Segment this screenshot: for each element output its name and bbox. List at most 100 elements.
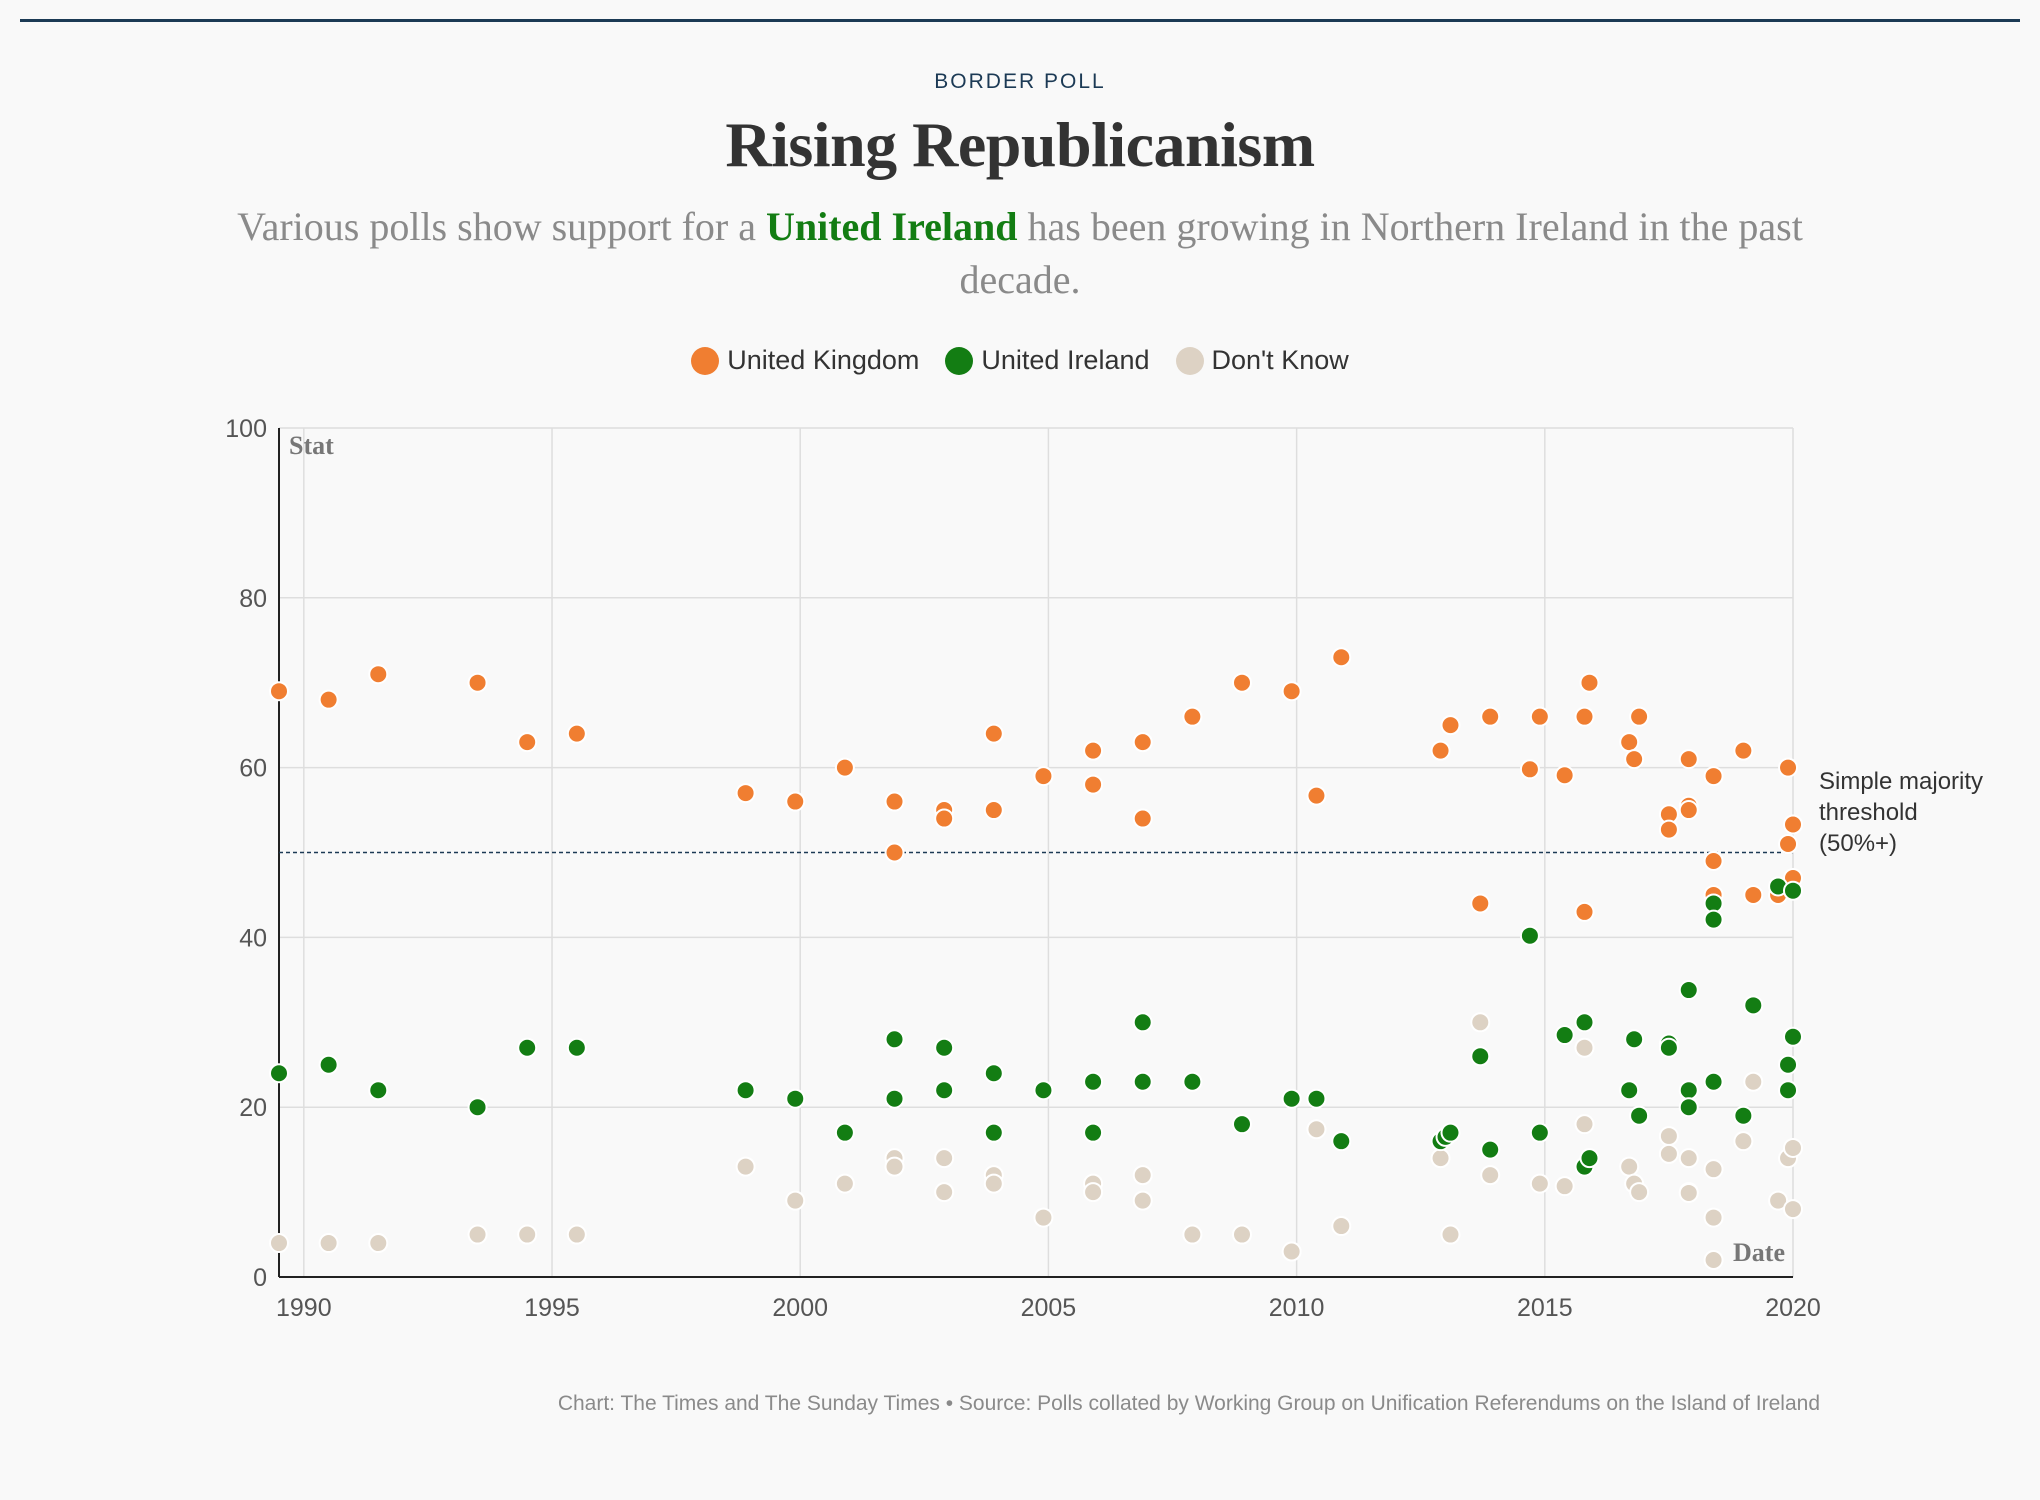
point-don-t-know xyxy=(269,1233,289,1254)
point-united-kingdom xyxy=(1480,706,1501,727)
point-united-ireland xyxy=(1783,880,1803,901)
point-united-ireland xyxy=(735,1080,756,1101)
x-tick-label: 2000 xyxy=(772,1294,828,1322)
x-tick-label: 2005 xyxy=(1021,1294,1077,1322)
point-don-t-know xyxy=(1783,1199,1803,1220)
point-don-t-know xyxy=(1703,1159,1724,1180)
point-united-ireland xyxy=(467,1097,488,1118)
point-united-kingdom xyxy=(1182,706,1203,727)
y-tick-label: 100 xyxy=(225,415,267,443)
point-don-t-know xyxy=(1703,1207,1724,1228)
point-don-t-know xyxy=(1783,1137,1803,1158)
point-united-ireland xyxy=(834,1122,855,1143)
point-don-t-know xyxy=(934,1148,955,1169)
point-united-kingdom xyxy=(1083,740,1104,761)
x-tick-label: 1995 xyxy=(524,1294,580,1322)
point-don-t-know xyxy=(1619,1156,1640,1177)
point-don-t-know xyxy=(1470,1012,1491,1033)
point-don-t-know xyxy=(834,1173,855,1194)
point-don-t-know xyxy=(1182,1224,1203,1245)
point-don-t-know xyxy=(1440,1224,1461,1245)
point-united-ireland xyxy=(884,1088,905,1109)
point-united-ireland xyxy=(1470,1046,1491,1067)
point-united-kingdom xyxy=(1529,706,1550,727)
y-axis-title: Stat xyxy=(289,431,334,460)
x-tick-label: 2020 xyxy=(1765,1294,1821,1322)
point-united-kingdom xyxy=(884,842,905,863)
point-united-kingdom xyxy=(1574,901,1595,922)
point-united-ireland xyxy=(1281,1088,1302,1109)
point-don-t-know xyxy=(318,1233,339,1254)
threshold-label-line: Simple majority xyxy=(1819,768,1983,795)
point-united-kingdom xyxy=(1658,819,1679,840)
point-united-kingdom xyxy=(318,689,339,710)
threshold-label-line: threshold xyxy=(1819,799,1918,826)
point-united-kingdom xyxy=(1574,706,1595,727)
point-united-kingdom xyxy=(566,723,587,744)
point-united-kingdom xyxy=(517,732,538,753)
point-united-kingdom xyxy=(1619,732,1640,753)
point-don-t-know xyxy=(1480,1165,1501,1186)
point-united-kingdom xyxy=(785,791,806,812)
point-united-kingdom xyxy=(1132,732,1153,753)
point-don-t-know xyxy=(1132,1165,1153,1186)
x-axis-title: Date xyxy=(1733,1238,1785,1267)
point-united-kingdom xyxy=(1783,814,1803,835)
point-united-ireland xyxy=(269,1063,289,1084)
point-united-kingdom xyxy=(1778,834,1799,855)
point-don-t-know xyxy=(1678,1148,1699,1169)
point-united-kingdom xyxy=(1624,749,1645,770)
point-united-ireland xyxy=(1743,995,1764,1016)
point-united-ireland xyxy=(1554,1025,1575,1046)
point-united-ireland xyxy=(1574,1012,1595,1033)
point-united-ireland xyxy=(1703,1071,1724,1092)
point-don-t-know xyxy=(884,1156,905,1177)
y-tick-label: 80 xyxy=(239,585,267,613)
x-tick-label: 2010 xyxy=(1269,1294,1325,1322)
point-united-ireland xyxy=(1440,1122,1461,1143)
point-united-kingdom xyxy=(834,757,855,778)
footer-credit: Chart: The Times and The Sunday Times • … xyxy=(557,1392,1820,1415)
y-tick-label: 60 xyxy=(239,755,267,783)
point-don-t-know xyxy=(1554,1176,1575,1197)
point-united-ireland xyxy=(1579,1148,1600,1169)
point-don-t-know xyxy=(1658,1126,1679,1147)
point-united-ireland xyxy=(1083,1071,1104,1092)
point-united-ireland xyxy=(1619,1080,1640,1101)
point-don-t-know xyxy=(1743,1071,1764,1092)
y-tick-label: 0 xyxy=(253,1264,267,1292)
point-united-ireland xyxy=(1232,1114,1253,1135)
point-united-ireland xyxy=(1703,909,1724,930)
point-united-ireland xyxy=(1529,1122,1550,1143)
point-united-kingdom xyxy=(1703,850,1724,871)
point-united-ireland xyxy=(934,1080,955,1101)
point-don-t-know xyxy=(1083,1182,1104,1203)
point-united-kingdom xyxy=(1430,740,1451,761)
point-united-kingdom xyxy=(1519,759,1540,780)
point-united-kingdom xyxy=(368,664,389,685)
point-united-kingdom xyxy=(934,808,955,829)
point-don-t-know xyxy=(1678,1182,1699,1203)
point-don-t-know xyxy=(1629,1182,1650,1203)
point-united-ireland xyxy=(983,1063,1004,1084)
point-united-ireland xyxy=(1778,1054,1799,1075)
point-don-t-know xyxy=(983,1173,1004,1194)
point-united-kingdom xyxy=(1083,774,1104,795)
point-don-t-know xyxy=(1574,1037,1595,1058)
point-united-kingdom xyxy=(467,672,488,693)
point-united-kingdom xyxy=(1306,785,1327,806)
point-united-ireland xyxy=(934,1037,955,1058)
point-united-kingdom xyxy=(1470,893,1491,914)
point-don-t-know xyxy=(517,1224,538,1245)
point-united-kingdom xyxy=(1678,749,1699,770)
point-united-kingdom xyxy=(1579,672,1600,693)
point-united-ireland xyxy=(1132,1071,1153,1092)
point-don-t-know xyxy=(1529,1173,1550,1194)
point-united-kingdom xyxy=(1132,808,1153,829)
point-don-t-know xyxy=(368,1233,389,1254)
point-united-kingdom xyxy=(735,783,756,804)
point-don-t-know xyxy=(1033,1207,1054,1228)
point-united-ireland xyxy=(1480,1139,1501,1160)
point-don-t-know xyxy=(1574,1114,1595,1135)
point-don-t-know xyxy=(735,1156,756,1177)
